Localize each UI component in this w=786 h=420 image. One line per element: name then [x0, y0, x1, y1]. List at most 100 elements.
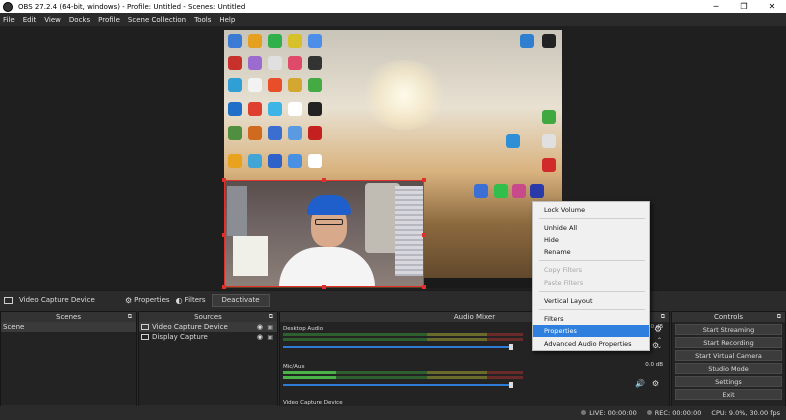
menu-separator: [539, 260, 645, 261]
desktop-shortcut-icon: [268, 56, 282, 70]
exit-button[interactable]: Exit: [675, 389, 782, 400]
undock-icon[interactable]: ⧉: [128, 313, 132, 321]
person-glasses: [315, 219, 343, 225]
studio-mode-button[interactable]: Studio Mode: [675, 363, 782, 374]
dock-title: Sources: [194, 313, 222, 321]
menu-help[interactable]: Help: [219, 16, 235, 24]
settings-button[interactable]: Settings: [675, 376, 782, 387]
menu-item-filters[interactable]: Filters: [533, 313, 649, 325]
menu-scene-collection[interactable]: Scene Collection: [128, 16, 186, 24]
menu-docks[interactable]: Docks: [69, 16, 90, 24]
menu-separator: [539, 291, 645, 292]
selected-source-name: Video Capture Device: [19, 296, 95, 304]
dock-title: Controls: [714, 313, 743, 321]
mixer-gear-icon[interactable]: ⚙: [654, 325, 662, 335]
menu-separator: [539, 309, 645, 310]
gear-icon: ⚙: [125, 295, 133, 305]
desktop-shortcut-icon: [268, 154, 282, 168]
minimize-button[interactable]: ─: [702, 0, 730, 13]
menu-item-advanced-audio-properties[interactable]: Advanced Audio Properties: [533, 338, 649, 350]
menu-item-lock-volume[interactable]: Lock Volume: [533, 204, 649, 216]
volume-knob[interactable]: [509, 382, 513, 388]
desktop-shortcut-icon: [268, 34, 282, 48]
filters-label: Filters: [184, 296, 206, 304]
wallpaper-sun: [359, 60, 449, 130]
menu-separator: [539, 218, 645, 219]
desktop-shortcut-icon: [228, 154, 242, 168]
controls-dock: Controls ⧉ Start Streaming Start Recordi…: [671, 311, 786, 420]
dock-title: Audio Mixer: [453, 313, 496, 321]
menu-item-vertical-layout[interactable]: Vertical Layout: [533, 295, 649, 307]
speaker-icon[interactable]: 🔊: [635, 379, 645, 388]
desktop-shortcut-icon: [248, 56, 262, 70]
menu-file[interactable]: File: [3, 16, 15, 24]
filters-button[interactable]: ◐ Filters: [176, 296, 206, 305]
undock-icon[interactable]: ⧉: [777, 313, 781, 321]
camera-icon: [4, 296, 13, 304]
visibility-icon[interactable]: ◉: [257, 323, 263, 331]
menu-profile[interactable]: Profile: [98, 16, 120, 24]
desktop-shortcut-icon: [268, 102, 282, 116]
person-body: [279, 247, 375, 286]
desktop-shortcut-icon: [308, 154, 322, 168]
source-item[interactable]: Display Capture ◉ ▣: [139, 332, 277, 342]
resize-handle[interactable]: [322, 178, 326, 182]
menu-item-properties[interactable]: Properties: [533, 325, 649, 337]
gear-icon[interactable]: ⚙: [652, 379, 659, 388]
resize-handle[interactable]: [322, 285, 326, 289]
undock-icon[interactable]: ⧉: [269, 313, 273, 321]
resize-handle[interactable]: [222, 178, 226, 182]
desktop-shortcut-icon: [288, 34, 302, 48]
maximize-button[interactable]: ❐: [730, 0, 758, 13]
resize-handle[interactable]: [422, 233, 426, 237]
mixer-scroll-arrows-icon[interactable]: ⌃ ⌄: [657, 338, 662, 350]
sources-dock: Sources ⧉ Video Capture Device ◉ ▣ Displ…: [138, 311, 278, 420]
desktop-shortcut-icon: [288, 154, 302, 168]
resize-handle[interactable]: [222, 285, 226, 289]
menu-tools[interactable]: Tools: [194, 16, 211, 24]
resize-handle[interactable]: [222, 233, 226, 237]
desktop-shortcut-icon: [542, 134, 556, 148]
rec-time: REC: 00:00:00: [654, 409, 702, 417]
menu-item-rename[interactable]: Rename: [533, 246, 649, 258]
desktop-shortcut-icon: [248, 78, 262, 92]
properties-button[interactable]: ⚙ Properties: [125, 296, 170, 305]
volume-slider[interactable]: [283, 346, 513, 348]
level-meter: [283, 333, 523, 336]
dock-title-bar: Sources ⧉: [139, 312, 277, 322]
source-label: Display Capture: [152, 333, 208, 341]
channel-db: 0.0 dB: [645, 362, 663, 368]
source-item[interactable]: Video Capture Device ◉ ▣: [139, 322, 277, 332]
level-meter: [283, 371, 523, 374]
room-window: [227, 186, 247, 236]
video-capture-preview[interactable]: [224, 180, 424, 287]
desktop-shortcut-icon: [228, 78, 242, 92]
start-recording-button[interactable]: Start Recording: [675, 337, 782, 348]
desktop-shortcut-icon: [308, 102, 322, 116]
menu-view[interactable]: View: [44, 16, 61, 24]
undock-icon[interactable]: ⧉: [661, 313, 665, 321]
scene-item[interactable]: Scene: [1, 322, 136, 332]
context-menu: Lock Volume Unhide All Hide Rename Copy …: [532, 201, 650, 351]
start-streaming-button[interactable]: Start Streaming: [675, 324, 782, 335]
desktop-shortcut-icon: [542, 110, 556, 124]
room-shelf: [233, 236, 268, 276]
live-indicator-icon: [581, 410, 587, 415]
mixer-channel: Mic/Aux 0.0 dB 🔊 ⚙: [280, 360, 669, 390]
desktop-shortcut-icon: [248, 34, 262, 48]
menu-item-unhide-all[interactable]: Unhide All: [533, 222, 649, 234]
close-button[interactable]: ✕: [758, 0, 786, 13]
desktop-shortcut-icon: [248, 154, 262, 168]
resize-handle[interactable]: [422, 285, 426, 289]
resize-handle[interactable]: [422, 178, 426, 182]
volume-knob[interactable]: [509, 344, 513, 350]
visibility-icon[interactable]: ◉: [257, 333, 263, 341]
rec-indicator-icon: [646, 410, 652, 415]
deactivate-button[interactable]: Deactivate: [211, 293, 270, 307]
start-virtual-camera-button[interactable]: Start Virtual Camera: [675, 350, 782, 361]
menu-item-hide[interactable]: Hide: [533, 234, 649, 246]
menu-edit[interactable]: Edit: [23, 16, 37, 24]
volume-slider[interactable]: [283, 384, 513, 386]
lock-icon[interactable]: ▣: [267, 334, 273, 341]
lock-icon[interactable]: ▣: [267, 324, 273, 331]
